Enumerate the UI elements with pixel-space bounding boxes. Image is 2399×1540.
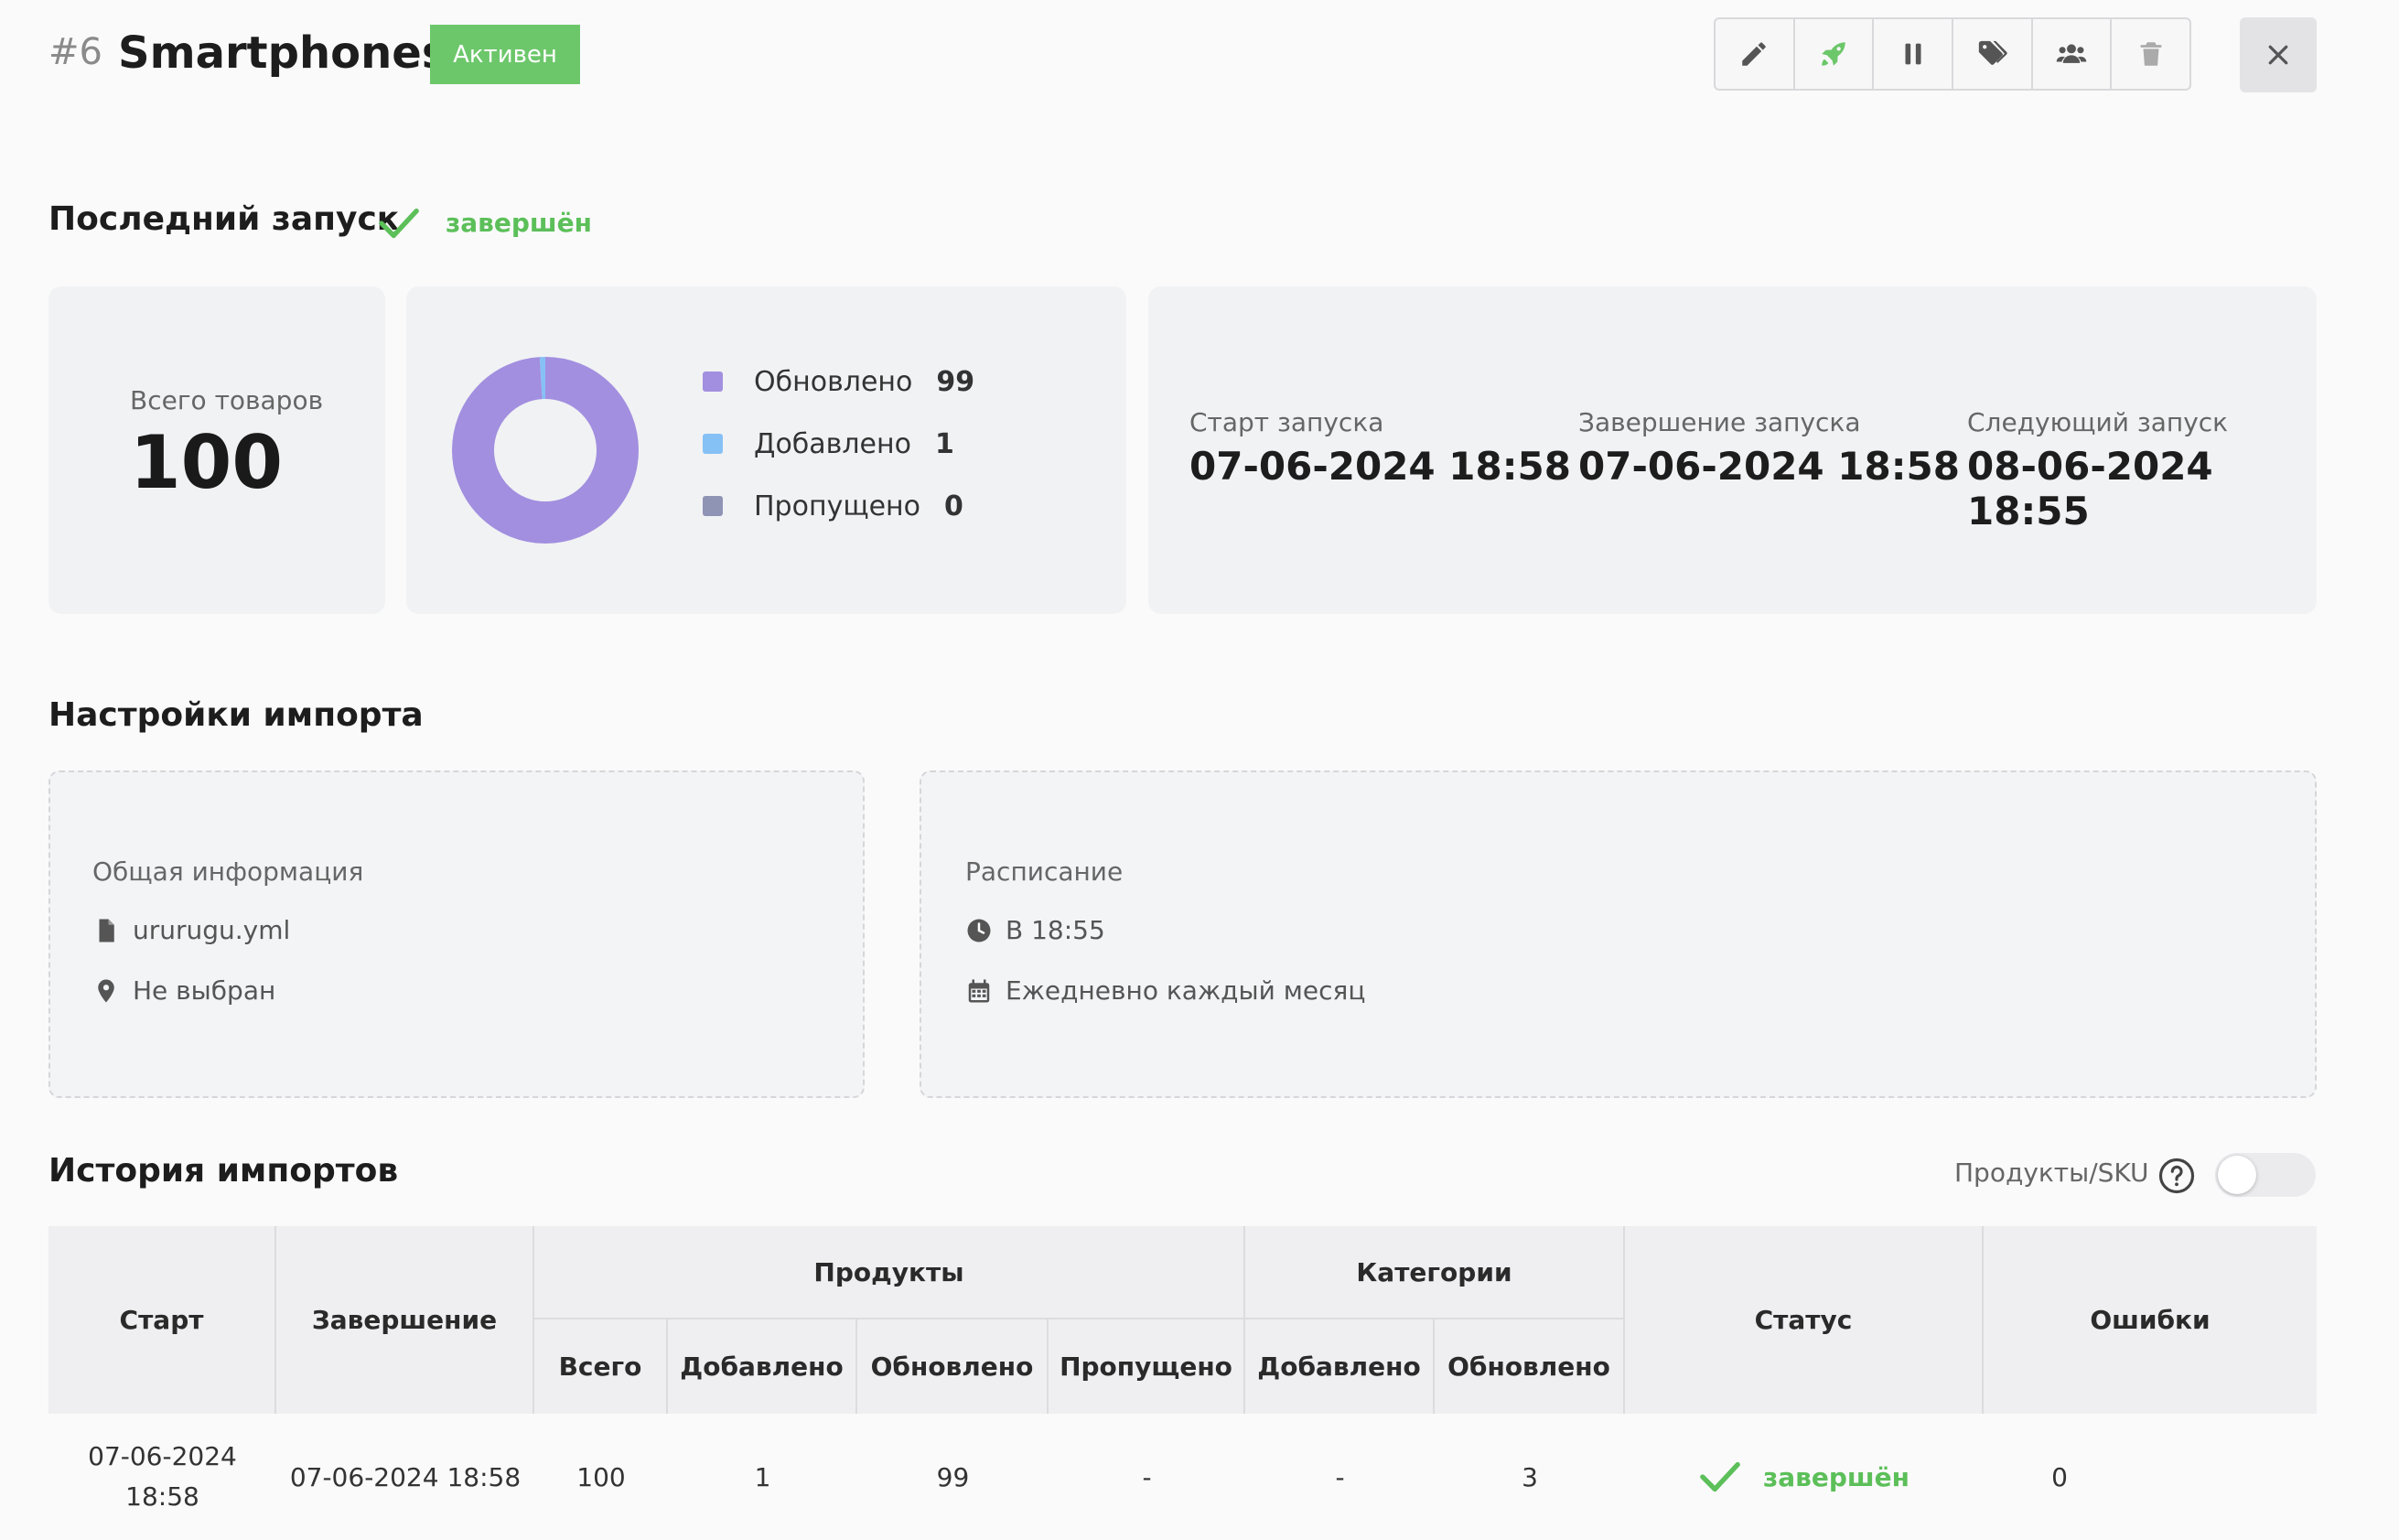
page-title: Smartphones xyxy=(118,27,448,79)
calendar-icon xyxy=(968,979,990,1002)
col-categories-added-header: Добавлено xyxy=(1245,1319,1435,1414)
map-marker-icon xyxy=(98,979,114,1002)
close-button[interactable] xyxy=(2240,17,2317,92)
file-name: ururugu.yml xyxy=(133,915,291,945)
clock-icon xyxy=(967,919,991,942)
pencil-icon xyxy=(1742,42,1767,66)
tags-icon xyxy=(1979,40,2007,65)
run-start-value: 07-06-2024 18:58 xyxy=(1189,444,1571,489)
col-products-group-header: Продукты xyxy=(534,1226,1245,1319)
run-button[interactable] xyxy=(1795,19,1875,89)
next-run-value: 08-06-2024 18:55 xyxy=(1967,444,2213,533)
schedule-time: В 18:55 xyxy=(965,915,1105,945)
cell-categories-updated: 3 xyxy=(1522,1461,1538,1492)
close-icon xyxy=(2268,45,2288,65)
general-info-title: Общая информация xyxy=(92,856,364,887)
legend-label: Обновлено xyxy=(754,365,913,398)
cell-status-text: завершён xyxy=(1763,1461,1910,1492)
cell-end: 07-06-2024 18:58 xyxy=(289,1461,522,1492)
location-value: Не выбран xyxy=(133,975,276,1006)
users-button[interactable] xyxy=(2033,19,2113,89)
legend-item-added: Добавлено 1 xyxy=(703,413,974,475)
run-end-value: 07-06-2024 18:58 xyxy=(1578,444,1960,489)
tags-button[interactable] xyxy=(1953,19,2033,89)
import-settings-title: Настройки импорта xyxy=(48,696,424,734)
cell-products-updated: 99 xyxy=(936,1461,970,1492)
total-products-label: Всего товаров xyxy=(130,385,324,415)
col-errors-header: Ошибки xyxy=(1984,1226,2317,1414)
col-products-skipped-header: Пропущено xyxy=(1049,1319,1245,1414)
help-icon[interactable] xyxy=(2157,1157,2196,1195)
run-end-label: Завершение запуска xyxy=(1578,407,1861,437)
col-status-header: Статус xyxy=(1625,1226,1984,1414)
legend-swatch-added xyxy=(703,434,723,454)
total-products-value: 100 xyxy=(130,420,283,505)
results-donut-chart xyxy=(452,357,639,544)
schedule-recurrence-value: Ежедневно каждый месяц xyxy=(1006,975,1366,1006)
col-products-added-header: Добавлено xyxy=(668,1319,857,1414)
legend-item-updated: Обновлено 99 xyxy=(703,350,974,413)
legend-label: Пропущено xyxy=(754,490,921,522)
last-run-title: Последний запуск xyxy=(48,200,400,238)
col-categories-updated-header: Обновлено xyxy=(1435,1319,1625,1414)
pause-icon xyxy=(1905,43,1921,65)
products-sku-label: Продукты/SKU xyxy=(1954,1158,2149,1188)
donut-slice-0 xyxy=(452,357,639,544)
schedule-card: Расписание В 18:55 Ежедневно каждый меся… xyxy=(920,770,2317,1098)
cell-categories-added: - xyxy=(1335,1461,1345,1492)
project-id: #6 xyxy=(48,31,102,73)
file-info: ururugu.yml xyxy=(92,915,290,945)
cell-status: завершён xyxy=(1625,1414,1984,1540)
import-history-title: История импортов xyxy=(48,1152,399,1190)
legend-value: 0 xyxy=(944,490,963,522)
cell-products-skipped: - xyxy=(1142,1461,1152,1492)
legend-value: 99 xyxy=(936,365,975,398)
legend-item-skipped: Пропущено 0 xyxy=(703,475,974,537)
general-info-card: Общая информация ururugu.yml Не выбран xyxy=(48,770,865,1098)
col-products-updated-header: Обновлено xyxy=(857,1319,1049,1414)
col-products-total-header: Всего xyxy=(534,1319,668,1414)
toggle-knob xyxy=(2218,1156,2256,1194)
chart-legend: Обновлено 99 Добавлено 1 Пропущено 0 xyxy=(703,350,974,537)
col-start-header: Старт xyxy=(48,1226,276,1414)
cell-start-date: 07-06-2024 xyxy=(88,1441,237,1471)
cell-products-added: 1 xyxy=(754,1461,771,1492)
history-table-header: Старт Завершение Продукты Всего Добавлен… xyxy=(48,1226,2317,1414)
check-icon xyxy=(1700,1461,1740,1492)
action-toolbar xyxy=(1714,17,2191,91)
last-run-status: завершён xyxy=(446,208,592,238)
status-badge: Активен xyxy=(430,25,580,84)
legend-label: Добавлено xyxy=(754,427,911,460)
run-start-label: Старт запуска xyxy=(1189,407,1384,437)
cell-errors: 0 xyxy=(2051,1461,2068,1492)
legend-swatch-skipped xyxy=(703,496,723,516)
check-icon xyxy=(379,208,419,239)
delete-button[interactable] xyxy=(2112,19,2189,89)
col-end-header: Завершение xyxy=(276,1226,534,1414)
run-dates-card: Старт запуска 07-06-2024 18:58 Завершени… xyxy=(1148,286,2317,614)
cell-start-time: 18:58 xyxy=(125,1481,199,1512)
legend-value: 1 xyxy=(934,427,954,460)
rocket-icon xyxy=(1822,42,1845,66)
col-categories-group-header: Категории xyxy=(1245,1226,1625,1319)
file-icon xyxy=(99,919,114,942)
schedule-recurrence: Ежедневно каждый месяц xyxy=(965,975,1365,1006)
edit-button[interactable] xyxy=(1716,19,1795,89)
cell-start: 07-06-2024 18:58 xyxy=(48,1414,276,1540)
results-chart-card: Обновлено 99 Добавлено 1 Пропущено 0 xyxy=(406,286,1126,614)
cell-products-total: 100 xyxy=(576,1461,626,1492)
users-icon xyxy=(2056,44,2087,63)
schedule-title: Расписание xyxy=(965,856,1124,887)
legend-swatch-updated xyxy=(703,372,723,392)
table-row: 07-06-2024 18:58 07-06-2024 18:58 100 1 … xyxy=(48,1414,2317,1540)
pause-button[interactable] xyxy=(1874,19,1954,89)
schedule-time-value: В 18:55 xyxy=(1006,915,1105,945)
next-run-label: Следующий запуск xyxy=(1967,407,2229,437)
location-info: Не выбран xyxy=(92,975,275,1006)
trash-icon xyxy=(2140,42,2162,66)
total-products-card: Всего товаров 100 xyxy=(48,286,385,614)
